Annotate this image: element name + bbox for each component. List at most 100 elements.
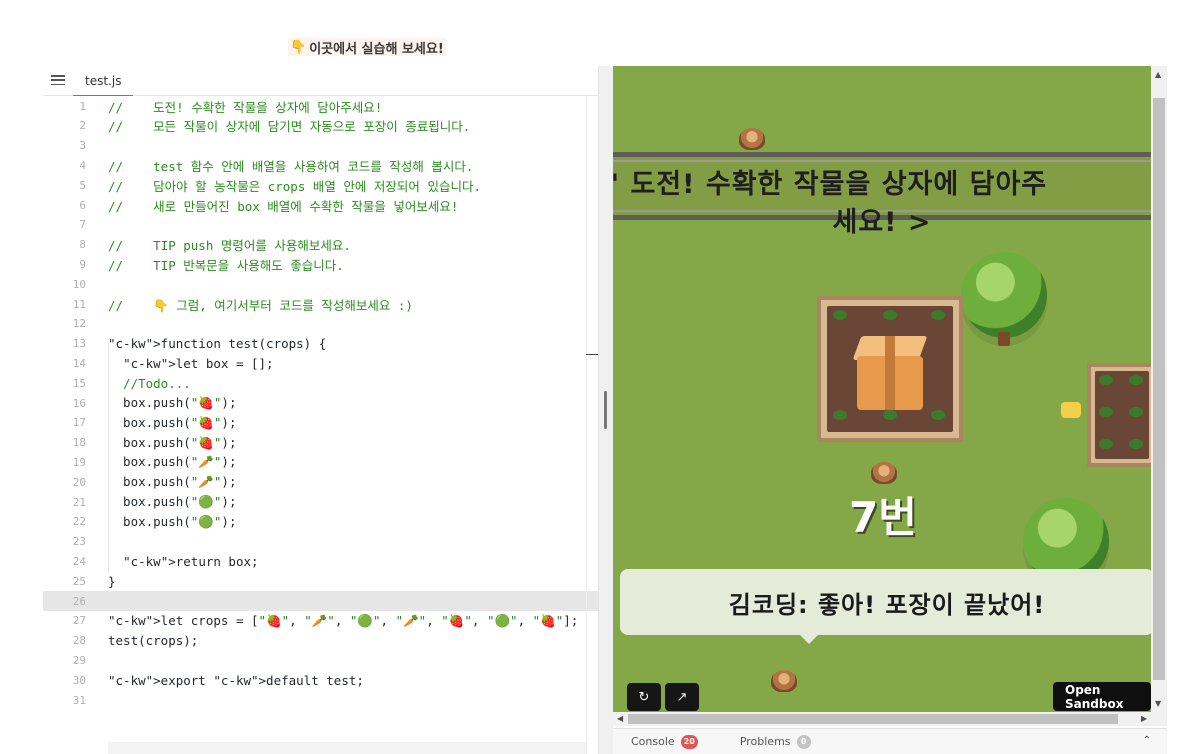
- sprout-icon: [1129, 439, 1143, 449]
- open-new-window-button[interactable]: ↗: [665, 683, 699, 711]
- editor-minimap-border: [586, 96, 587, 754]
- problems-tab[interactable]: Problems 0: [740, 734, 811, 749]
- horizontal-scroll-thumb[interactable]: [628, 714, 1118, 724]
- open-sandbox-button[interactable]: Open Sandbox: [1053, 682, 1151, 711]
- editor-horizontal-scrollbar[interactable]: [108, 742, 586, 754]
- editor-header: test.js: [43, 66, 598, 96]
- code-line[interactable]: 5 // 담아야 할 농작물은 crops 배열 안에 저장되어 있습니다.: [43, 175, 598, 195]
- tree-stump-icon: [771, 670, 797, 692]
- console-tab[interactable]: Console 20: [631, 734, 698, 749]
- line-number: 20: [72, 475, 86, 489]
- splitter-handle[interactable]: [604, 391, 607, 429]
- scroll-left-icon[interactable]: ◀: [617, 714, 623, 723]
- tree-trunk: [998, 332, 1010, 346]
- scroll-up-icon[interactable]: ▲: [1155, 70, 1161, 79]
- refresh-icon: ↻: [638, 689, 650, 705]
- code-line[interactable]: 27 "c-kw">let crops = ["🍓", "🥕", "🟢", "🥕"…: [43, 611, 598, 631]
- code-line[interactable]: 25}: [43, 571, 598, 591]
- sprout-icon: [1099, 439, 1113, 449]
- code-text: box.push("🥕");: [108, 474, 237, 490]
- chevron-up-icon[interactable]: ⌃: [1143, 735, 1151, 746]
- tab-label: test.js: [85, 73, 122, 88]
- code-line[interactable]: 24 "c-kw">return box;: [43, 551, 598, 571]
- sprout-icon: [1129, 375, 1143, 385]
- code-line[interactable]: 26: [43, 591, 598, 611]
- code-line[interactable]: 15 //Todo...: [43, 373, 598, 393]
- code-line[interactable]: 1 // 도전! 수확한 작물을 상자에 담아주세요!: [43, 96, 598, 116]
- problems-count-badge: 0: [796, 734, 811, 749]
- code-line[interactable]: 18 box.push("🍓");: [43, 433, 598, 453]
- code-line[interactable]: 21 box.push("🟢");: [43, 492, 598, 512]
- code-text: box.push("🍓");: [108, 395, 237, 410]
- sprout-icon: [1129, 407, 1143, 417]
- code-line[interactable]: 8 // TIP push 명령어를 사용해보세요.: [43, 235, 598, 255]
- console-bar: Console 20 Problems 0 ⌃: [613, 728, 1167, 754]
- sprout-icon: [1099, 375, 1113, 385]
- sprout-icon: [931, 410, 945, 420]
- code-line[interactable]: 14 "c-kw">let box = [];: [43, 353, 598, 373]
- code-line[interactable]: 28 test(crops);: [43, 631, 598, 651]
- tree-stump-icon: [739, 128, 765, 150]
- dialog-text: 김코딩: 좋아! 포장이 끝났어!: [728, 590, 1046, 619]
- code-line[interactable]: 16 box.push("🍓");: [43, 393, 598, 413]
- dialog-box: 김코딩: 좋아! 포장이 끝났어!: [620, 569, 1151, 635]
- vertical-scroll-thumb[interactable]: [1153, 98, 1165, 680]
- line-number: 21: [72, 495, 86, 509]
- code-line[interactable]: 2 // 모든 작물이 상자에 담기면 자동으로 포장이 종료됩니다.: [43, 116, 598, 136]
- tab-test-js[interactable]: test.js: [73, 66, 134, 96]
- line-number: 1: [79, 99, 86, 113]
- code-line[interactable]: 22 box.push("🟢");: [43, 512, 598, 532]
- code-line[interactable]: 23: [43, 532, 598, 552]
- line-number: 12: [72, 317, 86, 331]
- tree-stump-icon: [871, 462, 897, 484]
- game-preview[interactable]: " 도전! 수확한 작물을 상자에 담아주 세요! > 7번 김코딩: 좋아! …: [613, 66, 1151, 712]
- code-line[interactable]: 12: [43, 314, 598, 334]
- code-line[interactable]: 10: [43, 274, 598, 294]
- line-number: 7: [79, 218, 86, 232]
- line-number: 4: [79, 158, 86, 172]
- code-text: }: [108, 573, 116, 589]
- code-line[interactable]: 4 // test 함수 안에 배열을 사용하여 코드를 작성해 봅시다.: [43, 155, 598, 175]
- line-number: 28: [72, 634, 86, 648]
- scroll-right-icon[interactable]: ▶: [1141, 714, 1147, 723]
- line-number: 30: [72, 673, 86, 687]
- external-link-icon: ↗: [676, 689, 688, 705]
- line-number: 24: [72, 554, 86, 568]
- banner-text: 이곳에서 실습해 보세요!: [309, 41, 444, 57]
- code-line[interactable]: 9 // TIP 반복문을 사용해도 좋습니다.: [43, 254, 598, 274]
- code-area[interactable]: 1 // 도전! 수확한 작물을 상자에 담아주세요! 2 // 모든 작물이 상자에…: [43, 96, 598, 754]
- code-line[interactable]: 31: [43, 690, 598, 710]
- line-number: 11: [72, 297, 86, 311]
- scroll-down-icon[interactable]: ▼: [1155, 699, 1161, 708]
- sprout-icon: [883, 310, 897, 320]
- code-text: "c-kw">let crops = ["🍓", "🥕", "🟢", "🥕", …: [108, 612, 579, 628]
- code-line[interactable]: 6 // 새로 만들어진 box 배열에 수확한 작물을 넣어보세요!: [43, 195, 598, 215]
- code-line[interactable]: 19 box.push("🥕");: [43, 452, 598, 472]
- crop-field-right: [1087, 363, 1151, 467]
- code-line[interactable]: 7: [43, 215, 598, 235]
- code-line[interactable]: 17 box.push("🍓");: [43, 413, 598, 433]
- code-line[interactable]: 29: [43, 650, 598, 670]
- line-number: 22: [72, 515, 86, 529]
- code-text: box.push("🥕");: [108, 454, 237, 470]
- refresh-button[interactable]: ↻: [627, 683, 661, 711]
- code-line[interactable]: 20 box.push("🥕");: [43, 472, 598, 492]
- code-text: "c-kw">export "c-kw">default test;: [108, 672, 364, 688]
- code-line[interactable]: 11 // 👇 그럼, 여기서부터 코드를 작성해보세요 :): [43, 294, 598, 314]
- code-text: "c-kw">function test(crops) {: [108, 336, 327, 352]
- code-text: // 새로 만들어진 box 배열에 수확한 작물을 넣어보세요!: [108, 198, 459, 214]
- line-number: 9: [79, 257, 86, 271]
- package-box-icon: [851, 330, 929, 410]
- crate-number-label: 7번: [849, 493, 917, 542]
- line-number: 6: [79, 198, 86, 212]
- challenge-title-line1: " 도전! 수확한 작물을 상자에 담아주: [613, 169, 1048, 200]
- line-number: 3: [79, 139, 86, 153]
- preview-vertical-scrollbar[interactable]: ▲ ▼: [1151, 66, 1167, 712]
- code-line[interactable]: 30 "c-kw">export "c-kw">default test;: [43, 670, 598, 690]
- code-line[interactable]: 13 "c-kw">function test(crops) {: [43, 334, 598, 354]
- line-number: 5: [79, 178, 86, 192]
- pane-splitter[interactable]: [598, 66, 613, 754]
- code-line[interactable]: 3: [43, 136, 598, 156]
- preview-horizontal-scrollbar[interactable]: ◀ ▶: [613, 712, 1167, 726]
- menu-icon[interactable]: [51, 73, 65, 87]
